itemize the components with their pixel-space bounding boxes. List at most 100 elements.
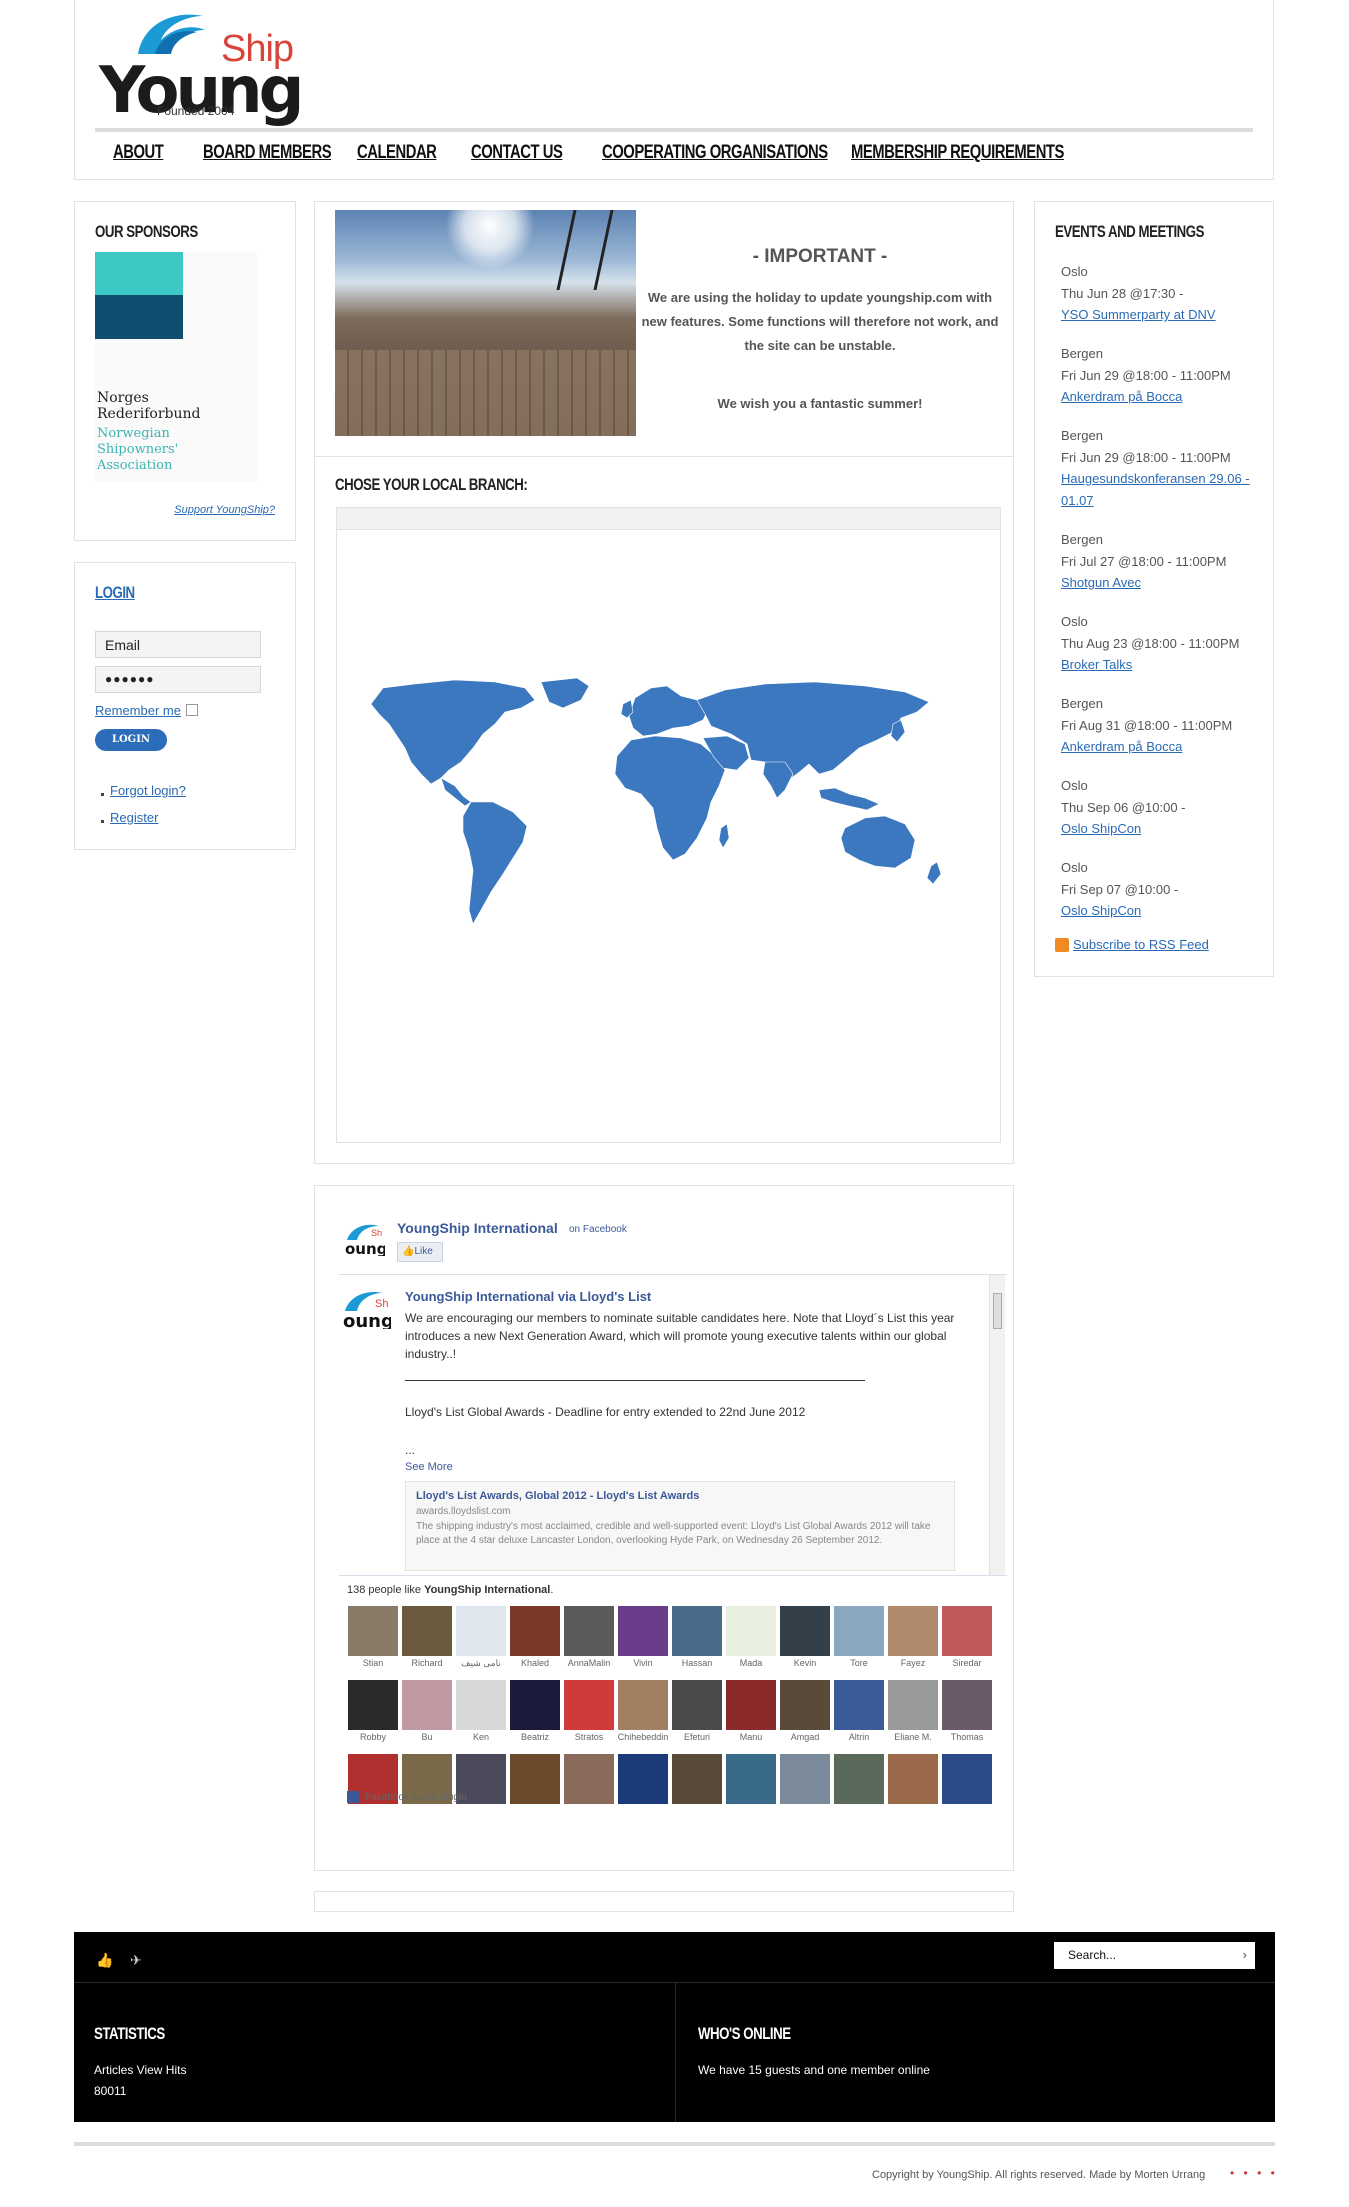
fan-name[interactable]: Altrin [831,1732,887,1742]
fan-item[interactable] [561,1754,615,1822]
fan-item[interactable] [669,1754,723,1822]
fan-name[interactable]: Richard [399,1658,455,1668]
fb-like-button[interactable]: 👍Like [397,1242,443,1262]
fan-avatar[interactable] [402,1680,452,1730]
fan-avatar[interactable] [726,1754,776,1804]
fb-card-title[interactable]: Lloyd's List Awards, Global 2012 - Lloyd… [416,1490,699,1502]
register-link[interactable]: Register [110,810,158,825]
fan-item[interactable]: Efeturi [669,1680,723,1748]
fb-page-name[interactable]: YoungShip International [397,1220,558,1236]
login-title[interactable]: LOGIN [95,583,135,603]
fan-name[interactable]: Stian [345,1658,401,1668]
fan-item[interactable]: Siredar [939,1606,993,1674]
fan-avatar[interactable] [618,1680,668,1730]
fan-item[interactable]: Kevin [777,1606,831,1674]
fan-avatar[interactable] [456,1680,506,1730]
login-button[interactable]: LOGIN [95,729,167,751]
fan-item[interactable]: Vivin [615,1606,669,1674]
search-input[interactable]: Search... › [1054,1942,1255,1969]
fan-item[interactable] [615,1754,669,1822]
fan-avatar[interactable] [348,1606,398,1656]
fan-item[interactable]: Thomas [939,1680,993,1748]
fan-avatar[interactable] [510,1680,560,1730]
fan-item[interactable] [507,1754,561,1822]
fan-avatar[interactable] [564,1754,614,1804]
email-field[interactable]: Email [95,631,261,658]
fan-item[interactable] [885,1754,939,1822]
fan-name[interactable]: Siredar [939,1658,995,1668]
fb-link-card[interactable]: Lloyd's List Awards, Global 2012 - Lloyd… [405,1481,955,1571]
password-field[interactable]: ●●●●●● [95,666,261,693]
fan-item[interactable]: Altrin [831,1680,885,1748]
fan-name[interactable]: Ken [453,1732,509,1742]
fan-item[interactable] [723,1754,777,1822]
fan-avatar[interactable] [726,1606,776,1656]
fan-item[interactable]: Khaled [507,1606,561,1674]
event-link[interactable]: Oslo ShipCon [1061,900,1261,922]
event-link[interactable]: Broker Talks [1061,654,1261,676]
fan-avatar[interactable] [888,1754,938,1804]
fan-item[interactable]: Eliane M. [885,1680,939,1748]
fan-item[interactable]: Robby [345,1680,399,1748]
fan-item[interactable]: Amgad [777,1680,831,1748]
site-logo[interactable]: Ship Young Founded 2004 [99,10,304,128]
fan-item[interactable]: Richard [399,1606,453,1674]
fan-name[interactable]: Kevin [777,1658,833,1668]
fan-avatar[interactable] [618,1754,668,1804]
fan-item[interactable] [831,1754,885,1822]
fan-avatar[interactable] [834,1606,884,1656]
fan-item[interactable]: Chihebeddin [615,1680,669,1748]
fan-avatar[interactable] [510,1754,560,1804]
fan-item[interactable]: Ken [453,1680,507,1748]
nav-calendar[interactable]: CALENDAR [357,142,437,172]
fan-avatar[interactable] [510,1606,560,1656]
fan-avatar[interactable] [726,1680,776,1730]
fan-name[interactable]: Mada [723,1658,779,1668]
fb-on-facebook[interactable]: on Facebook [569,1224,627,1235]
fan-avatar[interactable] [402,1606,452,1656]
fan-name[interactable]: Chihebeddin [615,1732,671,1742]
fb-social-plugin-label[interactable]: Facebook social plugin [365,1792,467,1803]
thumbs-up-icon[interactable]: 👍 [96,1952,113,1969]
fan-item[interactable]: Beatriz [507,1680,561,1748]
fan-name[interactable]: Robby [345,1732,401,1742]
rss-subscribe-link[interactable]: Subscribe to RSS Feed [1073,937,1209,952]
fan-name[interactable]: Beatriz [507,1732,563,1742]
fan-name[interactable]: Stratos [561,1732,617,1742]
fan-avatar[interactable] [942,1754,992,1804]
fan-avatar[interactable] [780,1606,830,1656]
remember-me-label[interactable]: Remember me [95,703,181,718]
fan-avatar[interactable] [348,1680,398,1730]
event-link[interactable]: YSO Summerparty at DNV [1061,304,1261,326]
fan-avatar[interactable] [564,1606,614,1656]
sponsor-logo[interactable]: Norges Rederiforbund Norwegian Shipowner… [95,252,257,482]
fan-avatar[interactable] [942,1680,992,1730]
fan-avatar[interactable] [888,1606,938,1656]
fan-item[interactable]: Tore [831,1606,885,1674]
fan-name[interactable]: AnnaMalin [561,1658,617,1668]
fan-avatar[interactable] [672,1754,722,1804]
fan-item[interactable] [399,1754,453,1822]
youngship-post-avatar[interactable]: oung Sh [343,1289,391,1329]
fan-name[interactable]: Amgad [777,1732,833,1742]
fan-name[interactable]: نامى شيف [453,1658,509,1669]
nav-board-members[interactable]: BOARD MEMBERS [203,142,332,172]
fan-name[interactable]: Eliane M. [885,1732,941,1742]
event-link[interactable]: Ankerdram på Bocca [1061,736,1261,758]
chevron-right-icon[interactable]: › [1243,1947,1247,1962]
fan-item[interactable]: Manu [723,1680,777,1748]
event-link[interactable]: Haugesundskonferansen 29.06 - 01.07 [1061,468,1261,512]
event-link[interactable]: Shotgun Avec [1061,572,1261,594]
fan-avatar[interactable] [564,1680,614,1730]
fan-name[interactable]: Vivin [615,1658,671,1668]
fan-name[interactable]: Hassan [669,1658,725,1668]
fan-item[interactable]: نامى شيف [453,1606,507,1674]
fan-avatar[interactable] [456,1606,506,1656]
fan-avatar[interactable] [618,1606,668,1656]
fan-avatar[interactable] [780,1680,830,1730]
fan-item[interactable]: Hassan [669,1606,723,1674]
fan-item[interactable]: Fayez [885,1606,939,1674]
nav-about[interactable]: ABOUT [113,142,164,172]
fan-item[interactable] [939,1754,993,1822]
support-youngship-link[interactable]: Support YoungShip? [174,504,275,516]
